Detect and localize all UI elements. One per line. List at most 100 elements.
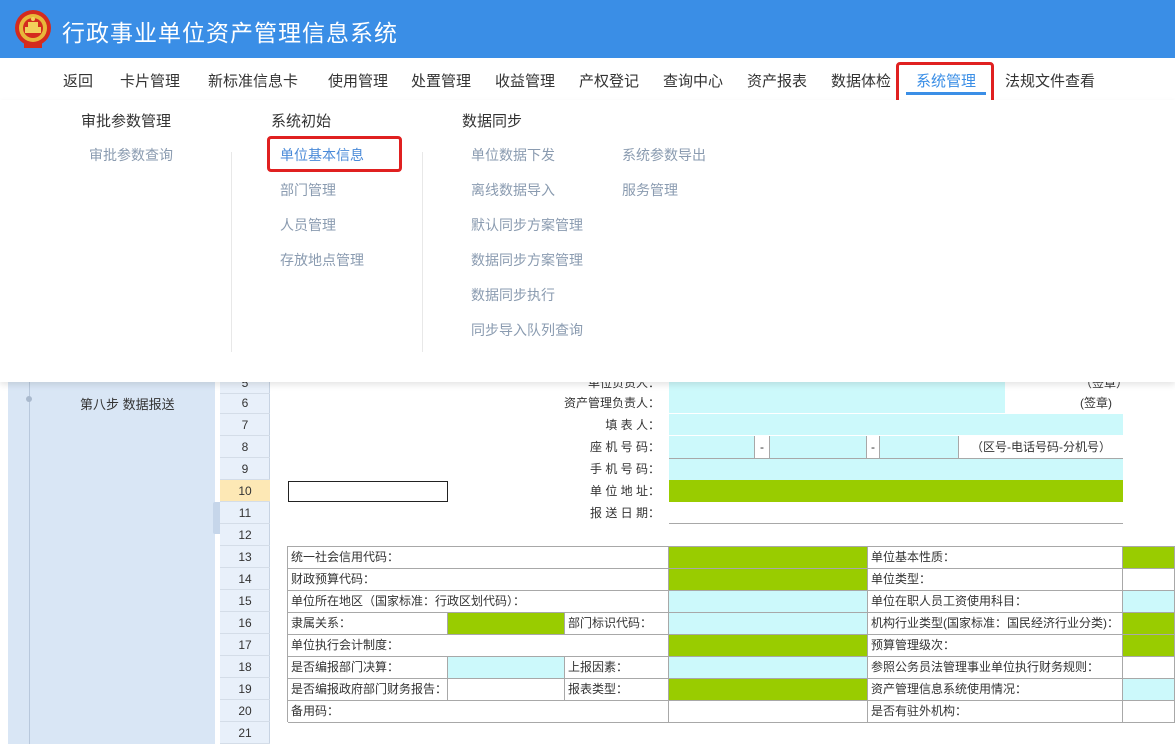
active-cell-cursor[interactable] xyxy=(288,481,448,502)
input-filler[interactable] xyxy=(669,414,1123,436)
menu-heading-sync: 数据同步 xyxy=(462,113,523,130)
input-report-type[interactable] xyxy=(669,679,868,701)
nav-data-check[interactable]: 数据体检 xyxy=(831,70,891,91)
input-affiliation[interactable] xyxy=(448,613,565,635)
nav-usage-management[interactable]: 使用管理 xyxy=(328,70,388,91)
input-budget-code[interactable] xyxy=(669,569,868,591)
input-industry-type[interactable] xyxy=(1123,613,1175,635)
nav-card-management[interactable]: 卡片管理 xyxy=(120,70,180,91)
input-address[interactable] xyxy=(669,480,1123,502)
sign-note: (签章) xyxy=(1080,396,1112,410)
menu-item-import-queue[interactable]: 同步导入队列查询 xyxy=(471,320,583,340)
menu-item-sync-execute[interactable]: 数据同步执行 xyxy=(471,285,555,305)
label-industry-type: 机构行业类型(国家标准：国民经济行业分类)： xyxy=(868,613,1123,635)
row-number[interactable]: 6 xyxy=(220,392,270,414)
app-title: 行政事业单位资产管理信息系统 xyxy=(62,20,398,46)
nav-query-center[interactable]: 查询中心 xyxy=(663,70,723,91)
input-gov-financial-report[interactable] xyxy=(448,679,565,701)
label-spare-code: 备用码： xyxy=(288,701,669,723)
label-affiliation: 隶属关系： xyxy=(288,613,448,635)
label-region: 单位所在地区（国家标准：行政区划代码）： xyxy=(288,591,669,613)
input-asset-manager[interactable] xyxy=(669,392,1005,414)
label-report-date: 报 送 日 期： xyxy=(589,506,660,520)
phone-format-hint: （区号-电话号码-分机号） xyxy=(958,436,1123,458)
label-report-factor: 上报因素： xyxy=(565,657,669,679)
label-credit-code: 统一社会信用代码： xyxy=(288,547,669,569)
nav-disposal-management[interactable]: 处置管理 xyxy=(411,70,471,91)
label-overseas-office: 是否有驻外机构： xyxy=(868,701,1123,723)
input-dept-final-accounts[interactable] xyxy=(448,657,565,679)
menu-item-department[interactable]: 部门管理 xyxy=(280,180,336,200)
label-budget-code: 财政预算代码： xyxy=(288,569,669,591)
national-emblem-icon xyxy=(15,10,51,48)
step-item-data-report[interactable]: 第八步 数据报送 xyxy=(80,394,175,413)
label-address: 单 位 地 址： xyxy=(589,484,660,498)
label-budget-level: 预算管理级次： xyxy=(868,635,1123,657)
input-mobile[interactable] xyxy=(669,458,1123,480)
row-number-selected[interactable]: 10 xyxy=(220,480,270,502)
row-number[interactable]: 18 xyxy=(220,656,270,678)
input-credit-code[interactable] xyxy=(669,547,868,569)
input-phone-number[interactable] xyxy=(770,436,866,458)
row-number[interactable]: 11 xyxy=(220,502,270,524)
menu-item-param-export[interactable]: 系统参数导出 xyxy=(622,145,706,165)
input-spare-code[interactable] xyxy=(669,701,868,723)
input-region[interactable] xyxy=(669,591,868,613)
menu-item-approval-query[interactable]: 审批参数查询 xyxy=(89,145,173,165)
highlight-box-menu-item xyxy=(267,136,402,172)
row-number[interactable]: 13 xyxy=(220,546,270,568)
nav-regulations[interactable]: 法规文件查看 xyxy=(1005,70,1095,91)
menu-divider xyxy=(231,152,232,352)
input-budget-level[interactable] xyxy=(1123,635,1175,657)
row-number[interactable]: 20 xyxy=(220,700,270,722)
step-timeline xyxy=(29,382,30,744)
nav-income-management[interactable]: 收益管理 xyxy=(495,70,555,91)
label-landline: 座 机 号 码： xyxy=(589,440,660,454)
input-report-date[interactable] xyxy=(669,502,1123,524)
input-civil-servant-rule[interactable] xyxy=(1123,657,1175,679)
row-number[interactable]: 17 xyxy=(220,634,270,656)
row-number[interactable]: 12 xyxy=(220,524,270,546)
menu-heading-init: 系统初始 xyxy=(271,113,332,130)
input-accounting-system[interactable] xyxy=(669,635,868,657)
row-number[interactable]: 21 xyxy=(220,722,270,744)
menu-item-sync-plan[interactable]: 数据同步方案管理 xyxy=(471,250,583,270)
nav-back[interactable]: 返回 xyxy=(63,70,93,91)
input-dept-id[interactable] xyxy=(669,613,868,635)
row-number[interactable]: 19 xyxy=(220,678,270,700)
collapse-handle[interactable] xyxy=(213,502,220,534)
row-number[interactable]: 9 xyxy=(220,458,270,480)
nav-new-standard-card[interactable]: 新标准信息卡 xyxy=(208,70,298,91)
label-filler: 填 表 人： xyxy=(605,418,660,432)
input-extension[interactable] xyxy=(880,436,958,458)
input-salary-subject[interactable] xyxy=(1123,591,1175,613)
menu-item-personnel[interactable]: 人员管理 xyxy=(280,215,336,235)
label-civil-servant-rule: 参照公务员法管理事业单位执行财务规则： xyxy=(868,657,1123,679)
row-number[interactable]: 16 xyxy=(220,612,270,634)
input-area-code[interactable] xyxy=(669,436,754,458)
label-report-type: 报表类型： xyxy=(565,679,669,701)
label-asset-manager: 资产管理负责人： xyxy=(563,396,660,410)
label-salary-subject: 单位在职人员工资使用科目： xyxy=(868,591,1123,613)
menu-item-storage-location[interactable]: 存放地点管理 xyxy=(280,250,364,270)
nav-property-registration[interactable]: 产权登记 xyxy=(579,70,639,91)
label-system-usage: 资产管理信息系统使用情况： xyxy=(868,679,1123,701)
input-unit-type[interactable] xyxy=(1123,569,1175,591)
menu-item-service-management[interactable]: 服务管理 xyxy=(622,180,678,200)
label-mobile: 手 机 号 码： xyxy=(589,462,660,476)
row-number[interactable]: 15 xyxy=(220,590,270,612)
input-overseas-office[interactable] xyxy=(1123,701,1175,723)
row-number[interactable]: 14 xyxy=(220,568,270,590)
row-number[interactable]: 8 xyxy=(220,436,270,458)
menu-item-default-sync-plan[interactable]: 默认同步方案管理 xyxy=(471,215,583,235)
menu-item-offline-import[interactable]: 离线数据导入 xyxy=(471,180,555,200)
input-system-usage[interactable] xyxy=(1123,679,1175,701)
label-accounting-system: 单位执行会计制度： xyxy=(288,635,669,657)
input-report-factor[interactable] xyxy=(669,657,868,679)
input-unit-nature[interactable] xyxy=(1123,547,1175,569)
row-number[interactable]: 7 xyxy=(220,414,270,436)
menu-item-unit-data-dispatch[interactable]: 单位数据下发 xyxy=(471,145,555,165)
label-unit-type: 单位类型： xyxy=(868,569,1123,591)
label-unit-nature: 单位基本性质： xyxy=(868,547,1123,569)
nav-asset-report[interactable]: 资产报表 xyxy=(747,70,807,91)
